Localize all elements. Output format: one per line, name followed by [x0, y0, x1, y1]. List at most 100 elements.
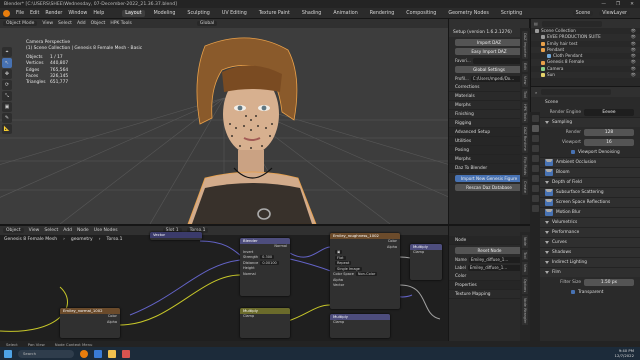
render-tab-icon[interactable] — [531, 125, 539, 132]
menu-window[interactable]: Window — [68, 11, 87, 16]
global-settings-button[interactable]: Global Settings — [455, 66, 523, 73]
tab-geometry-nodes[interactable]: Geometry Nodes — [445, 10, 491, 17]
tab-hpk-tools[interactable]: HPK Tools — [522, 101, 528, 124]
node-tab-tool[interactable]: Tool — [522, 249, 528, 261]
blender-logo-icon[interactable] — [3, 9, 10, 17]
rotate-tool-icon[interactable]: ⟳ — [2, 80, 12, 90]
particles-tab-icon[interactable] — [531, 195, 539, 202]
node-tab-node[interactable]: Node — [522, 235, 528, 248]
node-tab-node-wrangler[interactable]: Node Wrangler — [522, 295, 528, 325]
transform-tool-icon[interactable]: ▣ — [2, 102, 12, 112]
panel-indirect-lighting[interactable]: Indirect Lighting — [531, 257, 640, 267]
tab-view[interactable]: View — [522, 74, 528, 87]
tab-shading[interactable]: Shading — [299, 10, 325, 17]
view-layer-selector[interactable]: ViewLayer — [599, 10, 630, 16]
tool-tab-icon[interactable] — [531, 115, 539, 122]
render-samples-field[interactable]: 128 — [584, 128, 634, 136]
shader-node-editor[interactable]: Object View Select Add Node Use Nodes Sl… — [0, 224, 448, 341]
edge-taskbar-icon[interactable] — [94, 349, 102, 358]
section-advanced-setup[interactable]: Advanced Setup — [449, 128, 529, 137]
section-utilities[interactable]: Utilities — [449, 137, 529, 146]
scale-tool-icon[interactable]: ⤡ — [2, 91, 12, 101]
panel-screen-space-reflections[interactable]: Screen Space Reflections — [531, 197, 640, 207]
strength-field[interactable]: 0.300 — [260, 255, 275, 259]
object-tab-icon[interactable] — [531, 175, 539, 182]
multiply-node-right[interactable]: Multiply Clamp — [330, 314, 390, 338]
render-engine-select[interactable]: Eevee — [584, 108, 634, 116]
panel-sampling[interactable]: Sampling — [531, 117, 640, 127]
tab-sculpting[interactable]: Sculpting — [184, 10, 212, 17]
node-menu-view[interactable]: View — [29, 228, 40, 233]
node-editor-type-select[interactable]: Object — [3, 228, 24, 233]
tab-modeling[interactable]: Modeling — [151, 10, 179, 17]
minimize-button[interactable]: — — [601, 2, 606, 7]
panel-subsurface-scattering[interactable]: Subsurface Scattering — [531, 187, 640, 197]
tab-edit[interactable]: Edit — [522, 61, 528, 73]
tab-uv-editing[interactable]: UV Editing — [219, 10, 250, 17]
taskbar-search-input[interactable]: Search — [18, 349, 74, 358]
viewport-menu-hpk-tools[interactable]: HPK Tools — [110, 21, 132, 26]
color-space-select[interactable]: Non-Color — [355, 272, 378, 276]
properties-search-icon[interactable]: ⌕ — [535, 90, 537, 95]
tab-flip-fluids[interactable]: Flip Fluids — [522, 154, 528, 177]
use-nodes-checkbox[interactable]: Use Nodes — [94, 228, 118, 233]
outliner-search-input[interactable] — [541, 20, 602, 27]
section-rigging[interactable]: Rigging — [449, 119, 529, 128]
menu-render[interactable]: Render — [45, 11, 62, 16]
vector-node[interactable]: Vector — [150, 232, 202, 240]
viewport-menu-add[interactable]: Add — [77, 21, 86, 26]
maximize-button[interactable]: ❐ — [616, 2, 620, 7]
multiply-node-top-clamp[interactable]: Clamp — [410, 250, 442, 256]
normal-texture-node[interactable]: Emiley_normal_1002 Color Alpha — [60, 308, 120, 338]
system-clock[interactable]: 9:40 PM 12/7/2022 — [615, 348, 640, 358]
section-finishing[interactable]: Finishing — [449, 110, 529, 119]
viewport-menu-select[interactable]: Select — [58, 21, 72, 26]
viewport-samples-field[interactable]: 16 — [584, 138, 634, 146]
mode-selector[interactable]: Object Mode — [3, 21, 38, 26]
properties-search-input[interactable] — [541, 89, 612, 95]
tab-animation[interactable]: Animation — [330, 10, 360, 17]
roughness-texture-node[interactable]: Emiley_roughness_1002 Color Alpha ▣ Flat… — [330, 233, 400, 309]
section-materials[interactable]: Materials — [449, 92, 529, 101]
orientation-selector[interactable]: Global — [196, 21, 218, 26]
output-tab-icon[interactable] — [531, 135, 539, 142]
move-tool-icon[interactable]: ✥ — [2, 69, 12, 79]
node-menu-node[interactable]: Node — [77, 228, 89, 233]
section-morphs-2[interactable]: Morphs — [449, 155, 529, 164]
menu-file[interactable]: File — [16, 11, 24, 16]
scene-tab-icon[interactable] — [531, 155, 539, 162]
favorites-field[interactable] — [472, 57, 523, 64]
panel-performance[interactable]: Performance — [531, 227, 640, 237]
tab-daz-importer[interactable]: DAZ Importer — [522, 31, 528, 60]
annotate-tool-icon[interactable]: ✎ — [2, 113, 12, 123]
rescan-database-button[interactable]: Rescan Daz Database — [455, 184, 523, 191]
node-menu-add[interactable]: Add — [63, 228, 72, 233]
tab-scripting[interactable]: Scripting — [498, 10, 525, 17]
node-tab-view[interactable]: View — [522, 262, 528, 275]
node-section-header[interactable]: Node — [449, 236, 530, 245]
menu-edit[interactable]: Edit — [30, 11, 39, 16]
modifier-tab-icon[interactable] — [531, 185, 539, 192]
panel-volumetrics[interactable]: Volumetrics — [531, 217, 640, 227]
section-corrections[interactable]: Corrections — [449, 83, 529, 92]
import-daz-button[interactable]: Import DAZ — [455, 39, 523, 46]
panel-motion-blur[interactable]: Motion Blur — [531, 207, 640, 217]
cursor-tool-icon[interactable]: ⌖ — [2, 47, 12, 57]
multiply-node-bottom-clamp[interactable]: Clamp — [240, 314, 290, 320]
normal-map-node[interactable]: Blender Normal Invert Strength 0.300 Dist… — [240, 238, 290, 296]
node-menu-select[interactable]: Select — [44, 228, 58, 233]
outliner-item[interactable]: Sun 👁 — [531, 72, 640, 79]
tab-texture-paint[interactable]: Texture Paint — [256, 10, 293, 17]
tab-tool[interactable]: Tool — [522, 88, 528, 100]
filter-size-field[interactable]: 1.50 px — [584, 278, 634, 286]
import-new-genesis-button[interactable]: Import New Genesis Figure — [455, 175, 523, 182]
distance-field[interactable]: 0.00100 — [260, 260, 279, 265]
node-name-field[interactable]: Emiley_diffuse_1... — [468, 256, 524, 263]
menu-help[interactable]: Help — [93, 11, 104, 16]
transparent-checkbox[interactable]: Transparent — [531, 287, 640, 297]
panel-depth-of-field[interactable]: Depth of Field — [531, 177, 640, 187]
tab-compositing[interactable]: Compositing — [403, 10, 439, 17]
app-taskbar-icon[interactable] — [122, 349, 130, 358]
tab-create[interactable]: Create — [522, 178, 528, 195]
easy-import-daz-button[interactable]: Easy Import DAZ — [455, 48, 523, 55]
